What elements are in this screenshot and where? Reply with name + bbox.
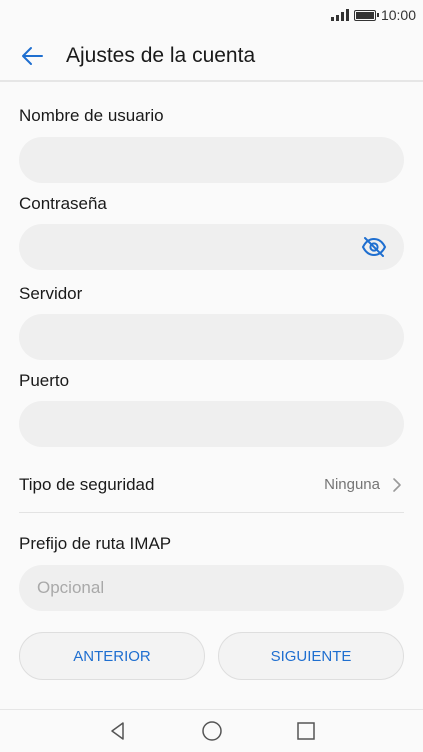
signal-icon [330, 9, 349, 21]
nav-back-button[interactable] [106, 719, 130, 743]
recents-square-icon [297, 722, 315, 740]
eye-off-icon [361, 237, 387, 257]
system-nav-bar [0, 709, 423, 752]
status-bar: 10:00 [0, 0, 423, 30]
back-triangle-icon [111, 722, 124, 740]
security-type-label: Tipo de seguridad [19, 475, 155, 494]
password-label: Contraseña [19, 194, 107, 213]
username-label: Nombre de usuario [19, 106, 164, 125]
app-header: Ajustes de la cuenta [0, 30, 423, 82]
server-input[interactable] [19, 314, 404, 360]
nav-home-button[interactable] [200, 719, 224, 743]
previous-button[interactable]: ANTERIOR [19, 632, 205, 680]
imap-prefix-label: Prefijo de ruta IMAP [19, 534, 172, 553]
arrow-left-icon [22, 47, 43, 65]
status-time: 10:00 [380, 7, 416, 23]
back-button[interactable] [14, 40, 50, 72]
next-button[interactable]: SIGUIENTE [218, 632, 404, 680]
imap-prefix-input[interactable] [19, 565, 404, 611]
home-circle-icon [202, 721, 222, 741]
page-title: Ajustes de la cuenta [66, 44, 256, 67]
security-type-row[interactable]: Tipo de seguridad Ninguna [19, 460, 404, 513]
port-label: Puerto [19, 371, 70, 390]
server-label: Servidor [19, 284, 83, 303]
chevron-right-icon [393, 478, 401, 492]
status-indicators: 10:00 [330, 7, 416, 23]
security-type-value: Ninguna [324, 476, 380, 493]
battery-icon [353, 9, 379, 21]
username-input[interactable] [19, 137, 404, 183]
password-visibility-toggle[interactable] [361, 236, 387, 258]
password-input[interactable] [19, 224, 404, 270]
nav-recents-button[interactable] [294, 719, 318, 743]
port-input[interactable] [19, 401, 404, 447]
account-settings-screen: 10:00 Ajustes de la cuenta Nombre de usu… [0, 0, 423, 752]
